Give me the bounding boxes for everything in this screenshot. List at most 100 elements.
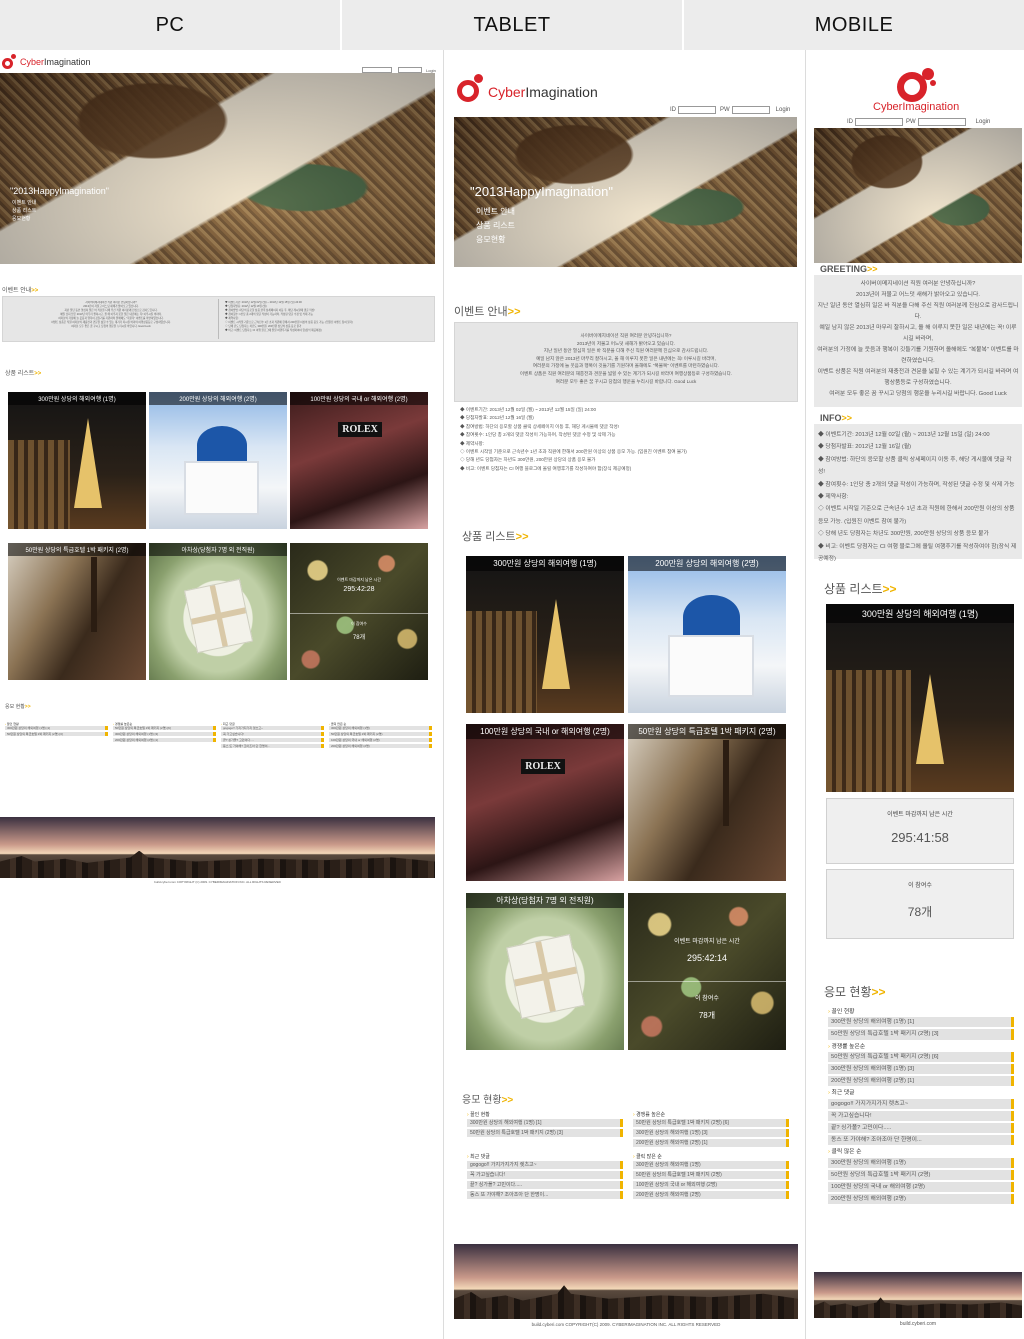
logo-text: CyberImagination bbox=[488, 84, 598, 100]
status-item[interactable]: 200만원 상당의 해외여행 (2명) bbox=[329, 744, 432, 748]
status-item[interactable]: 50만원 상당의 특급호텔 1박 패키지 (2명) [6] bbox=[828, 1051, 1014, 1063]
countdown-card: 이벤트 마감까지 남은 시간 295:42:28 이 참여수 78개 bbox=[290, 543, 428, 680]
status-item[interactable]: 100만원 상당의 국내 or 해외여행 (2명) bbox=[329, 738, 432, 742]
status-item[interactable]: 50만원 상당의 특급호텔 1박 패키지 (2명) [3] bbox=[828, 1029, 1014, 1040]
hero-menu-products[interactable]: 상품 리스트 bbox=[12, 207, 36, 215]
status-item[interactable]: 꼭 가고싶습니다! bbox=[467, 1171, 623, 1179]
status-item[interactable]: 300만원 상당의 해외여행 (1명) bbox=[329, 726, 432, 730]
column-header-tablet: TABLET bbox=[342, 0, 682, 50]
product-card-3[interactable]: 100만원 상당의 국내 or 해외여행 (2명) bbox=[466, 724, 624, 881]
product-label: 300만원 상당의 해외여행 (1명) bbox=[826, 604, 1014, 623]
logo[interactable]: CyberImagination bbox=[873, 68, 959, 113]
status-item[interactable]: 100만원 상당의 국내 or 해외여행 (2명) bbox=[828, 1182, 1014, 1193]
logo-text: CyberImagination bbox=[20, 57, 91, 67]
product-card-1[interactable]: 300만원 상당의 해외여행 (1명) bbox=[466, 556, 624, 713]
column-label: MOBILE bbox=[814, 13, 894, 36]
status-item[interactable]: 300만원 상당의 해외여행 (1명) [3] bbox=[113, 732, 216, 736]
status-item[interactable]: 50만원 상당의 특급호텔 1박 패키지 (2명) bbox=[828, 1169, 1014, 1181]
status-item[interactable]: 꼭 가고싶습니다! bbox=[221, 732, 324, 736]
status-group-title: › 경쟁률 높은순 bbox=[633, 1112, 666, 1118]
status-item[interactable]: 50만원 상당의 특급호텔 1박 패키지 (2명) [3] bbox=[5, 732, 108, 736]
status-item[interactable]: 꼭 가고싶습니다! bbox=[828, 1110, 1014, 1122]
id-input[interactable] bbox=[678, 106, 716, 114]
logo[interactable]: CyberImagination bbox=[457, 74, 598, 102]
product-card-4[interactable]: 50만원 상당의 특급호텔 1박 패키지 (2명) bbox=[628, 724, 786, 881]
status-item[interactable]: 50만원 상당의 특급호텔 1박 패키지 (2명) [3] bbox=[467, 1129, 623, 1137]
status-item[interactable]: 300만원 상당의 해외여행 (1명) [1] bbox=[5, 726, 108, 730]
status-item[interactable]: 끝? 싱가폴? 고민이다..... bbox=[828, 1123, 1014, 1134]
status-item[interactable]: 50만원 상당의 특급호텔 1박 패키지 (2명) bbox=[329, 732, 432, 736]
pw-label: PW bbox=[906, 119, 916, 125]
status-item[interactable]: 300만원 상당의 해외여행 (1명) bbox=[633, 1161, 789, 1169]
logo[interactable]: CyberImagination bbox=[2, 54, 91, 70]
countdown-label: 이벤트 마감까지 남은 시간 bbox=[337, 577, 381, 582]
status-item[interactable]: 끝? 싱가폴? 고민이다..... bbox=[221, 738, 324, 742]
status-list: › 꼴인 현황 300만원 상당의 해외여행 (1명) [1] 50만원 상당의… bbox=[828, 1007, 1014, 1206]
hero-menu-products[interactable]: 상품 리스트 bbox=[476, 219, 515, 233]
password-input[interactable] bbox=[731, 106, 770, 114]
status-group-title: › 클릭 많은 순 bbox=[633, 1154, 662, 1160]
product-label: 50만원 상당의 특급호텔 1박 패키지 (2명) bbox=[628, 724, 786, 739]
info-box: ◆ 이벤트기간: 2013년 12월 02일 (월) ~ 2013년 12월 1… bbox=[814, 424, 1022, 562]
status-item[interactable]: 200만원 상당의 해외여행 (2명) [1] bbox=[828, 1076, 1014, 1087]
product-label: 300만원 상당의 해외여행 (1명) bbox=[466, 556, 624, 571]
status-item[interactable]: 300만원 상당의 해외여행 (1명) [3] bbox=[633, 1129, 789, 1137]
countdown-time: 295:41:58 bbox=[891, 830, 949, 845]
status-item[interactable]: gogogo!! 가지가지가지 렛츠고~ bbox=[221, 726, 324, 730]
event-info-box: 사이버이메지네이션 직원 여러분 안녕하십니까? 2013년이 저물고 어느덧 새… bbox=[2, 296, 435, 342]
status-item[interactable]: 동스 또 가야해? 조아조아 단 한명이... bbox=[467, 1191, 623, 1199]
status-item[interactable]: 300만원 상당의 해외여행 (1명) [1] bbox=[467, 1119, 623, 1127]
id-label: ID bbox=[670, 107, 676, 113]
section-title-event: 이벤트 안내>> bbox=[454, 306, 521, 318]
product-label: 100만원 상당의 국내 or 해외여행 (2명) bbox=[290, 392, 428, 405]
status-item[interactable]: 50만원 상당의 특급호텔 1박 패키지 (2명) [6] bbox=[113, 726, 216, 730]
hero-menu: 이벤트 안내 상품 리스트 응모현황 bbox=[476, 205, 515, 247]
password-input[interactable] bbox=[917, 118, 966, 126]
hero-menu-event[interactable]: 이벤트 안내 bbox=[12, 199, 36, 207]
status-item[interactable]: 동스 또 가야해? 조아조아 단 한명이... bbox=[828, 1135, 1014, 1146]
status-item[interactable]: 50만원 상당의 특급호텔 1박 패키지 (2명) [6] bbox=[633, 1119, 789, 1127]
status-item[interactable]: 끝? 싱가폴? 고민이다..... bbox=[467, 1181, 623, 1189]
participants-count: 78개 bbox=[907, 905, 933, 919]
product-card-3[interactable]: 100만원 상당의 국내 or 해외여행 (2명) bbox=[290, 392, 428, 529]
section-title-products: 상품 리스트>> bbox=[5, 371, 42, 377]
status-item[interactable]: 300만원 상당의 해외여행 (1명) [1] bbox=[828, 1017, 1014, 1028]
column-header-mobile: MOBILE bbox=[684, 0, 1024, 50]
hero-menu-status[interactable]: 응모현황 bbox=[476, 233, 515, 247]
id-input[interactable] bbox=[855, 118, 903, 126]
hero-menu-event[interactable]: 이벤트 안내 bbox=[476, 205, 515, 219]
footer-copyright: build.cyberi.com COPYRIGHT (C) 2009. CYB… bbox=[154, 880, 281, 884]
status-item[interactable]: 300만원 상당의 해외여행 (1명) [3] bbox=[828, 1064, 1014, 1075]
status-item[interactable]: 200만원 상당의 해외여행 (2명) [1] bbox=[113, 738, 216, 742]
status-group-title: › 경쟁률 높은순 bbox=[828, 1043, 866, 1050]
status-item[interactable]: 200만원 상당의 해외여행 (2명) bbox=[828, 1194, 1014, 1205]
participants-label: 이 참여수 bbox=[695, 996, 719, 1002]
product-label: 200만원 상당의 해외여행 (2명) bbox=[149, 392, 287, 405]
status-item[interactable]: 100만원 상당의 국내 or 해외여행 (2명) bbox=[633, 1181, 789, 1189]
product-card-5[interactable]: 아차상(당첨자 7명 외 전직원) bbox=[466, 893, 624, 1050]
status-item[interactable]: 200만원 상당의 해외여행 (2명) [1] bbox=[633, 1139, 789, 1147]
login-button[interactable]: Login bbox=[426, 68, 436, 73]
hero-menu: 이벤트 안내 상품 리스트 응모현황 bbox=[12, 199, 36, 223]
status-group-4: › 클릭 많은 순 300만원 상당의 해외여행 (1명) 50만원 상당의 특… bbox=[329, 722, 432, 750]
status-group-1: › 꼴인 현황 300만원 상당의 해외여행 (1명) [1] 50만원 상당의… bbox=[467, 1111, 623, 1139]
status-item[interactable]: 50만원 상당의 특급호텔 1박 패키지 (2명) bbox=[633, 1171, 789, 1179]
login-button[interactable]: Login bbox=[776, 107, 791, 113]
product-card-2[interactable]: 200만원 상당의 해외여행 (2명) bbox=[149, 392, 287, 529]
product-card-4[interactable]: 50만원 상당의 특급호텔 1박 패키지 (2명) bbox=[8, 543, 146, 680]
status-item[interactable]: gogogo!! 가지가지가지 렛츠고~ bbox=[828, 1098, 1014, 1109]
hero-menu-status[interactable]: 응모현황 bbox=[12, 215, 36, 223]
product-card-2[interactable]: 200만원 상당의 해외여행 (2명) bbox=[628, 556, 786, 713]
product-card-1[interactable]: 300만원 상당의 해외여행 (1명) bbox=[826, 604, 1014, 792]
product-card-1[interactable]: 300만원 상당의 해외여행 (1명) bbox=[8, 392, 146, 529]
status-item[interactable]: gogogo!! 가지가지가지 렛츠고~ bbox=[467, 1161, 623, 1169]
status-item[interactable]: 200만원 상당의 해외여행 (2명) bbox=[633, 1191, 789, 1199]
status-item[interactable]: 300만원 상당의 해외여행 (1명) bbox=[828, 1157, 1014, 1168]
status-item[interactable]: 동스 또 가야해? 조아조아 단 한명이... bbox=[221, 744, 324, 748]
login-button[interactable]: Login bbox=[976, 119, 991, 125]
status-group-title: › 꼴인 현황 bbox=[828, 1009, 855, 1015]
product-label: 아차상(당첨자 7명 외 전직원) bbox=[149, 543, 287, 556]
product-card-5[interactable]: 아차상(당첨자 7명 외 전직원) bbox=[149, 543, 287, 680]
product-label: 아차상(당첨자 7명 외 전직원) bbox=[466, 893, 624, 908]
info-list: ◆ 이벤트기간: 2013년 12월 02일 (월) ~ 2013년 12월 1… bbox=[225, 301, 354, 332]
